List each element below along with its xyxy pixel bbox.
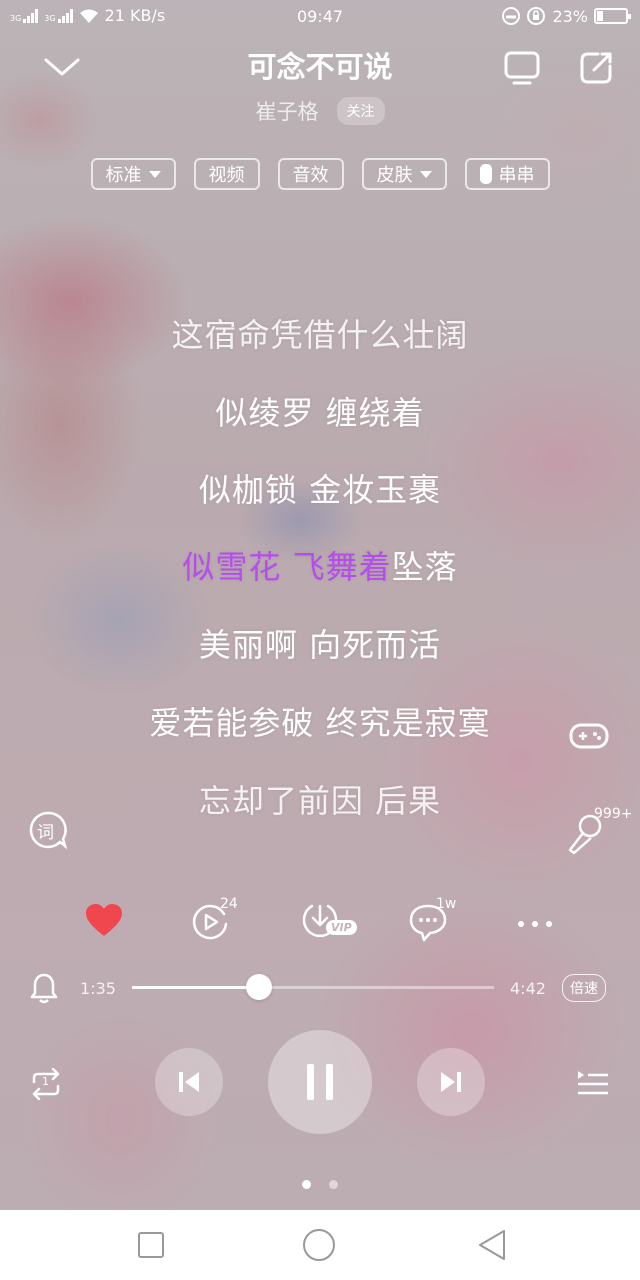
chip-label: 音效: [292, 165, 329, 186]
option-chips: 标准 视频 音效 皮肤 串串: [0, 158, 640, 190]
video-count: 24: [220, 896, 238, 912]
more-button[interactable]: [516, 914, 554, 933]
lyric-unsung-part: 坠落: [391, 548, 458, 586]
dropdown-triangle-icon: [419, 170, 432, 178]
playback-speed-button[interactable]: 倍速: [562, 974, 606, 1002]
battery-fill: [597, 11, 604, 21]
cast-button[interactable]: [500, 48, 544, 88]
tv-icon: [504, 51, 540, 85]
quality-chip[interactable]: 标准: [90, 158, 176, 190]
home-icon[interactable]: [302, 1228, 336, 1262]
chevron-down-icon: [44, 58, 80, 76]
page-dot-active: [302, 1180, 311, 1189]
music-video-button[interactable]: 24: [190, 896, 246, 942]
progress-bar[interactable]: [132, 974, 494, 1000]
heart-icon: [86, 904, 122, 936]
chip-label: 皮肤: [376, 165, 413, 186]
karaoke-button[interactable]: 999+: [566, 806, 636, 855]
repeat-badge: 1: [42, 1075, 49, 1088]
previous-button[interactable]: [155, 1048, 223, 1116]
current-lyric-line[interactable]: 似雪花 飞舞着坠落: [0, 542, 640, 588]
collapse-button[interactable]: [42, 52, 82, 82]
skin-chip[interactable]: 皮肤: [361, 158, 447, 190]
share-button[interactable]: [576, 48, 616, 88]
headset-icon: [502, 7, 521, 25]
page-indicator: [0, 1180, 640, 1189]
chip-label: 串串: [498, 165, 535, 186]
follow-button[interactable]: 关注: [336, 97, 385, 125]
artist-name[interactable]: 崔子格: [256, 96, 319, 126]
page-dot: [329, 1180, 338, 1189]
more-dots-icon: [518, 921, 552, 927]
play-pause-button[interactable]: [268, 1030, 372, 1134]
total-time: 4:42: [510, 979, 546, 998]
download-button[interactable]: VIP: [300, 900, 360, 942]
toggle-icon: [479, 164, 492, 184]
lyric-line[interactable]: 忘却了前因 后果: [0, 776, 640, 822]
progress-knob[interactable]: [245, 974, 272, 1000]
playlist-icon: [578, 1071, 608, 1095]
like-button[interactable]: [84, 902, 124, 942]
gamepad-icon: [569, 723, 609, 749]
singing-count: 999+: [594, 806, 633, 822]
battery-icon: [594, 8, 631, 24]
lyric-line[interactable]: 爱若能参破 终究是寂寞: [0, 698, 640, 744]
artist-row: 崔子格 关注: [0, 96, 640, 126]
chip-label: 视频: [208, 165, 245, 186]
lyric-line[interactable]: 这宿命凭借什么壮阔: [0, 310, 640, 356]
game-button[interactable]: [568, 718, 610, 758]
battery-percent: 23%: [552, 6, 588, 26]
share-icon: [580, 52, 612, 84]
status-bar: 3G 3G 21 KB/s 09:47 23%: [0, 0, 640, 34]
playlist-button[interactable]: [576, 1068, 610, 1102]
lyric-line[interactable]: 似绫罗 缠绕着: [0, 388, 640, 434]
vip-badge: VIP: [326, 920, 357, 935]
clock: 09:47: [296, 7, 344, 26]
lyric-sung-part: 似雪花 飞舞着: [182, 548, 392, 586]
progress-fill: [132, 986, 259, 989]
current-time: 1:35: [80, 979, 116, 998]
pause-icon: [307, 1064, 333, 1100]
bell-icon: [30, 973, 58, 1004]
lyric-button-label: 词: [37, 823, 54, 843]
lyric-toggle-button[interactable]: 词: [28, 810, 68, 850]
system-nav-bar: [0, 1210, 640, 1280]
next-button[interactable]: [417, 1048, 485, 1116]
lyric-line[interactable]: 美丽啊 向死而活: [0, 620, 640, 666]
next-icon: [441, 1072, 461, 1092]
recents-icon[interactable]: [136, 1230, 166, 1260]
back-icon[interactable]: [476, 1228, 508, 1262]
lock-rotation-icon: [527, 7, 546, 25]
alarm-button[interactable]: [30, 972, 58, 1008]
comments-button[interactable]: 1w: [408, 896, 464, 942]
chip-label: 标准: [105, 165, 142, 186]
previous-icon: [179, 1072, 199, 1092]
repeat-mode-button[interactable]: 1: [28, 1066, 64, 1102]
sound-effect-chip[interactable]: 音效: [277, 158, 344, 190]
video-chip[interactable]: 视频: [193, 158, 260, 190]
dropdown-triangle-icon: [148, 170, 161, 178]
chuanchuan-chip[interactable]: 串串: [464, 158, 550, 190]
lyric-line[interactable]: 似枷锁 金妆玉裹: [0, 465, 640, 511]
comment-count: 1w: [436, 896, 457, 912]
song-title: 可念不可说: [247, 50, 393, 84]
